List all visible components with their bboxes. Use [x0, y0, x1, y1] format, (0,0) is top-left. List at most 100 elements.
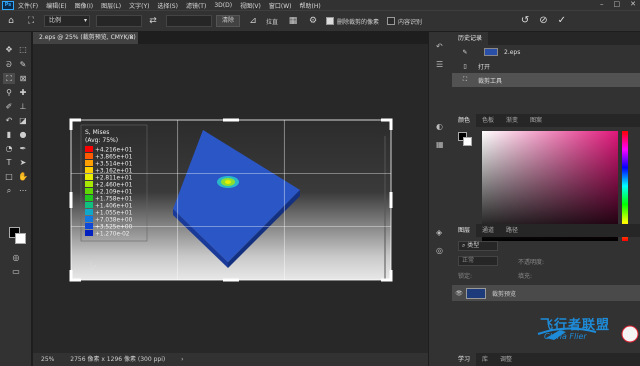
menu-layer[interactable]: 图层(L): [101, 1, 121, 10]
type-tool-icon[interactable]: T: [3, 157, 15, 168]
properties-panel-icon[interactable]: ☰: [436, 60, 446, 70]
tab-swatches[interactable]: 色板: [476, 114, 500, 127]
menu-filter[interactable]: 滤镜(T): [186, 1, 206, 10]
zoom-level[interactable]: 25%: [41, 356, 54, 363]
document-tab[interactable]: 2.eps @ 25% (裁剪预览, CMYK/8) * ×: [33, 32, 138, 53]
marquee-tool-icon[interactable]: ⬚: [17, 44, 29, 55]
history-source-icon[interactable]: ✎: [458, 49, 472, 56]
tab-patterns[interactable]: 图案: [524, 114, 548, 127]
visibility-eye-icon[interactable]: 👁: [452, 290, 466, 297]
legend-value: +1.406e+01: [95, 204, 133, 210]
menu-edit[interactable]: 编辑(E): [46, 1, 66, 10]
history-panel-icon[interactable]: ↶: [436, 42, 446, 52]
layers-panel-icon[interactable]: ◈: [436, 228, 446, 238]
path-select-tool-icon[interactable]: ➤: [17, 157, 29, 168]
menu-bar: Ps 文件(F) 编辑(E) 图像(I) 图层(L) 文字(Y) 选择(S) 滤…: [0, 0, 640, 10]
commit-check-icon[interactable]: ✓: [558, 15, 566, 26]
history-panel-tabs: 历史记录: [452, 32, 640, 45]
menu-view[interactable]: 视图(V): [240, 1, 261, 10]
history-item[interactable]: ⛶ 裁剪工具: [452, 73, 640, 87]
home-icon[interactable]: ⌂: [4, 14, 18, 28]
menu-select[interactable]: 选择(S): [157, 1, 178, 10]
dodge-tool-icon[interactable]: ◔: [3, 143, 15, 154]
history-item-label: 2.eps: [504, 48, 521, 56]
menu-type[interactable]: 文字(Y): [129, 1, 149, 10]
tab-gradients[interactable]: 渐变: [500, 114, 524, 127]
overlay-grid-icon[interactable]: ▦: [286, 14, 300, 28]
watermark-subtext: China Flier: [544, 332, 587, 341]
content-aware-checkbox[interactable]: [387, 17, 396, 25]
menu-help[interactable]: 帮助(H): [300, 1, 321, 10]
tab-learn[interactable]: 学习: [452, 353, 477, 366]
watermark-text: 飞行者联盟: [540, 318, 611, 333]
more-tools-icon[interactable]: ⋯: [17, 185, 29, 196]
quick-select-tool-icon[interactable]: ✎: [17, 59, 29, 70]
tab-channels[interactable]: 通道: [476, 224, 500, 237]
blur-tool-icon[interactable]: ●: [17, 129, 29, 140]
crop-tool-icon[interactable]: ⛶: [3, 73, 15, 84]
status-arrow-icon[interactable]: ›: [181, 356, 183, 363]
eyedropper-tool-icon[interactable]: ⚲: [3, 87, 15, 98]
legend-value: +1.270e-02: [95, 232, 130, 238]
tab-libraries[interactable]: 库: [476, 353, 494, 366]
reset-icon[interactable]: ↺: [521, 15, 529, 26]
eraser-tool-icon[interactable]: ◪: [17, 115, 29, 126]
blend-mode-select[interactable]: 正常: [458, 256, 498, 266]
menu-file[interactable]: 文件(F): [18, 1, 38, 10]
zoom-tool-icon[interactable]: ⌕: [3, 185, 15, 196]
photoshop-logo-icon: Ps: [2, 0, 14, 10]
layer-row[interactable]: 👁 裁剪预览: [452, 285, 640, 301]
screen-mode-icon[interactable]: ▭: [10, 266, 22, 277]
straighten-icon[interactable]: ⊿: [246, 14, 260, 28]
crop-tool-icon[interactable]: ⛶: [24, 14, 38, 28]
legend-swatch: [85, 195, 93, 201]
cancel-icon[interactable]: ⊘: [539, 15, 547, 26]
crop-width-input[interactable]: [96, 15, 142, 27]
layer-name[interactable]: 裁剪预览: [492, 289, 516, 298]
brush-tool-icon[interactable]: ✐: [3, 101, 15, 112]
history-brush-tool-icon[interactable]: ↶: [3, 115, 15, 126]
canvas-area[interactable]: S, Mises (Avg: 75%) +4.216e+01 +3.865e+01…: [33, 44, 428, 353]
clone-stamp-tool-icon[interactable]: ⊥: [17, 101, 29, 112]
delete-cropped-checkbox[interactable]: [326, 17, 335, 25]
menu-image[interactable]: 图像(I): [75, 1, 93, 10]
settings-gear-icon[interactable]: ⚙: [306, 14, 320, 28]
tab-paths[interactable]: 路径: [500, 224, 524, 237]
move-tool-icon[interactable]: ✥: [3, 44, 15, 55]
pen-tool-icon[interactable]: ✒: [17, 143, 29, 154]
frame-tool-icon[interactable]: ⊠: [17, 73, 29, 84]
maximize-icon[interactable]: □: [614, 0, 621, 8]
shape-tool-icon[interactable]: □: [3, 171, 15, 182]
menu-window[interactable]: 窗口(W): [269, 1, 292, 10]
gradient-tool-icon[interactable]: ▮: [3, 129, 15, 140]
minimize-icon[interactable]: –: [600, 0, 604, 8]
legend-swatch: [85, 209, 93, 215]
swatches-panel-icon[interactable]: ▦: [436, 140, 446, 150]
menu-3d[interactable]: 3D(D): [214, 2, 232, 9]
close-tab-icon[interactable]: ×: [129, 32, 134, 44]
hand-tool-icon[interactable]: ✋: [17, 171, 29, 182]
healing-brush-tool-icon[interactable]: ✚: [17, 87, 29, 98]
close-icon[interactable]: ✕: [630, 0, 636, 8]
tab-adjustments[interactable]: 调整: [494, 353, 518, 366]
color-panel-icon[interactable]: ◐: [436, 122, 446, 132]
history-snapshot[interactable]: ✎ 2.eps: [452, 45, 640, 59]
quick-mask-icon[interactable]: ◎: [10, 252, 22, 263]
tab-color[interactable]: 颜色: [452, 114, 477, 127]
tab-layers[interactable]: 图层: [452, 224, 477, 237]
color-panel-tabs: 颜色 色板 渐变 图案: [452, 114, 640, 127]
background-color-chip[interactable]: [463, 137, 472, 146]
legend-swatch: [85, 160, 93, 166]
document-size: 2756 像素 x 1296 像素 (300 ppi): [70, 356, 166, 363]
swap-icon[interactable]: ⇄: [146, 14, 160, 28]
crop-ratio-select[interactable]: 比例: [44, 15, 90, 27]
crop-height-input[interactable]: [166, 15, 212, 27]
channels-panel-icon[interactable]: ◎: [436, 246, 446, 256]
tab-history[interactable]: 历史记录: [452, 32, 489, 45]
clear-button[interactable]: 清除: [216, 15, 241, 27]
history-item[interactable]: ▯ 打开: [452, 59, 640, 73]
lasso-tool-icon[interactable]: ᘐ: [3, 59, 15, 70]
layer-kind-filter[interactable]: ⌕ 类型: [458, 241, 498, 251]
background-color-swatch[interactable]: [15, 233, 26, 244]
straighten-label[interactable]: 拉直: [266, 17, 278, 26]
